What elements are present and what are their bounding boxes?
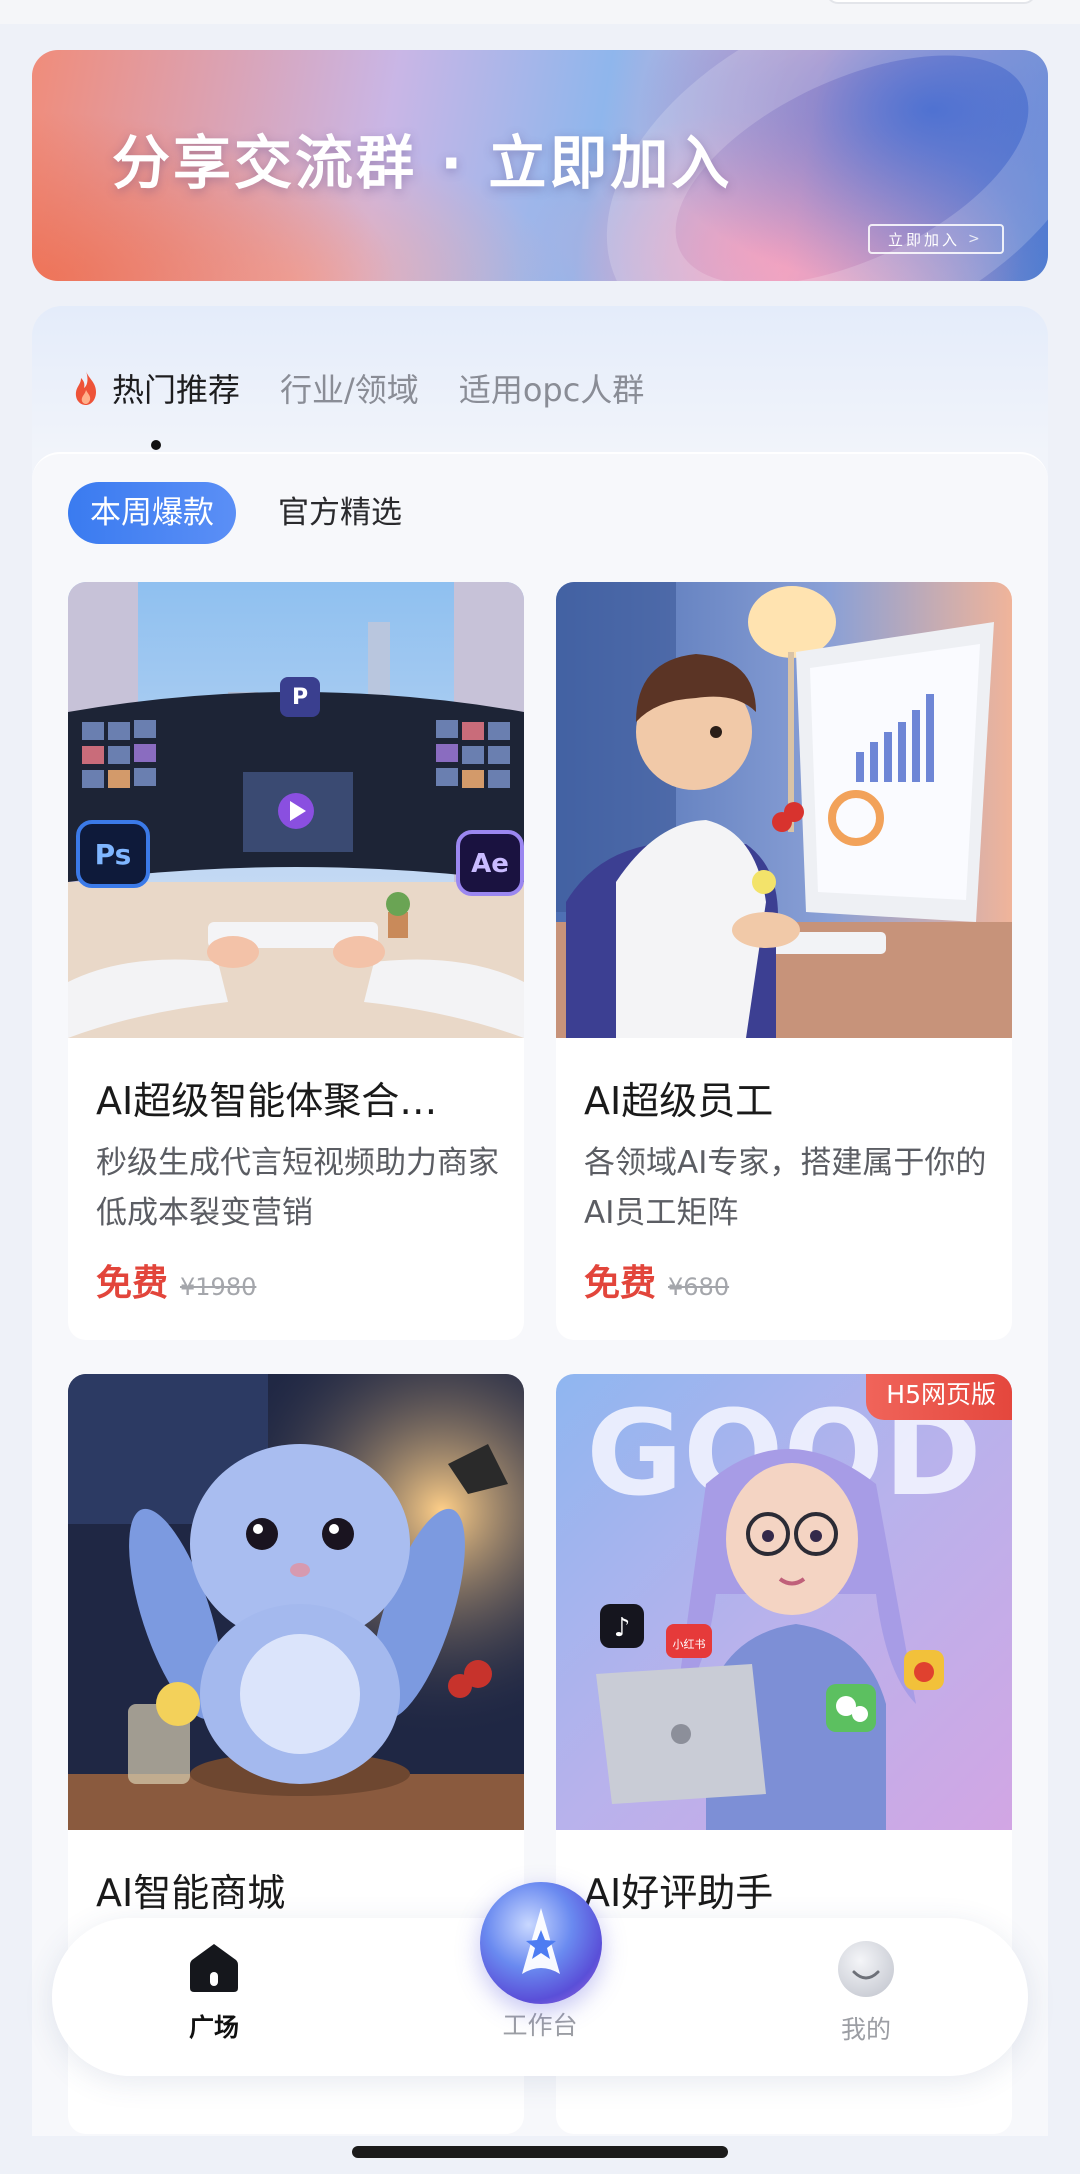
nav-plaza-label: 广场 bbox=[188, 2013, 239, 2042]
tab-opc-audience[interactable]: 适用opc人群 bbox=[459, 365, 645, 411]
profile-icon bbox=[838, 1941, 894, 1997]
tab-hot[interactable]: 热门推荐 bbox=[72, 365, 240, 411]
product-price: 免费 ¥680 bbox=[584, 1254, 729, 1306]
recommend-panel: 热门推荐 行业/领域 适用opc人群 本周爆款 官方精选 P Ps Ae AI超… bbox=[32, 306, 1048, 2136]
tiktok-icon: ♪ bbox=[614, 1613, 631, 1643]
subtab-official-picks[interactable]: 官方精选 bbox=[256, 482, 424, 544]
sub-tabs: 本周爆款 官方精选 bbox=[68, 482, 444, 544]
nav-mine[interactable]: 我的 bbox=[786, 1940, 946, 2046]
product-card[interactable]: P Ps Ae AI超级智能体聚合… 秒级生成代言短视频助力商家低成本裂变营销 bbox=[68, 582, 524, 1340]
tab-hot-label: 热门推荐 bbox=[112, 371, 241, 409]
category-tabs: 热门推荐 行业/领域 适用opc人群 bbox=[72, 358, 684, 418]
product-title: AI超级员工 bbox=[584, 1079, 774, 1123]
product-image bbox=[556, 582, 1012, 1038]
home-icon bbox=[190, 1944, 238, 1992]
tab-industry[interactable]: 行业/领域 bbox=[280, 365, 419, 411]
product-image bbox=[68, 1374, 524, 1830]
ai-workbench-button[interactable] bbox=[480, 1882, 602, 2004]
subtab-weekly-hot[interactable]: 本周爆款 bbox=[68, 482, 236, 544]
h5-badge: H5网页版 bbox=[866, 1374, 1012, 1420]
product-card[interactable]: AI超级员工 各领域AI专家，搭建属于你的AI员工矩阵 免费 ¥680 bbox=[556, 582, 1012, 1340]
product-title: AI超级智能体聚合… bbox=[96, 1079, 438, 1123]
ai-star-icon bbox=[522, 1908, 560, 1974]
price-free: 免费 bbox=[584, 1263, 657, 1304]
price-original: ¥1980 bbox=[180, 1273, 257, 1301]
nav-mine-label: 我的 bbox=[840, 2015, 891, 2044]
chevron-right-icon: > bbox=[968, 231, 983, 247]
banner-join-button[interactable]: 立即加入 > bbox=[868, 224, 1004, 254]
home-indicator bbox=[352, 2146, 728, 2158]
xiaohongshu-icon: 小红书 bbox=[673, 1638, 706, 1651]
p-app-icon: P bbox=[292, 685, 308, 710]
top-pill bbox=[826, 0, 1036, 4]
nav-workbench-label: 工作台 bbox=[502, 2011, 578, 2040]
product-image: GOOD ♪ 小红书 bbox=[556, 1374, 1012, 1830]
banner-join-label: 立即加入 bbox=[888, 230, 961, 249]
banner-title: 分享交流群 · 立即加入 bbox=[112, 129, 733, 197]
flame-icon bbox=[72, 370, 100, 406]
nav-plaza[interactable]: 广场 bbox=[134, 1940, 294, 2044]
price-original: ¥680 bbox=[668, 1273, 730, 1301]
product-title: AI好评助手 bbox=[584, 1871, 774, 1915]
product-title: AI智能商城 bbox=[96, 1871, 286, 1915]
ps-app-icon: Ps bbox=[95, 838, 132, 871]
product-price: 免费 ¥1980 bbox=[96, 1254, 256, 1306]
nav-workbench[interactable]: 工作台 bbox=[460, 1998, 620, 2042]
price-free: 免费 bbox=[96, 1263, 169, 1304]
product-image: P Ps Ae bbox=[68, 582, 524, 1038]
product-desc: 各领域AI专家，搭建属于你的AI员工矩阵 bbox=[584, 1145, 987, 1231]
ae-app-icon: Ae bbox=[471, 849, 509, 879]
promo-banner[interactable]: 分享交流群 · 立即加入 立即加入 > bbox=[32, 50, 1048, 281]
active-tab-indicator bbox=[151, 440, 161, 450]
product-desc: 秒级生成代言短视频助力商家低成本裂变营销 bbox=[96, 1145, 499, 1231]
